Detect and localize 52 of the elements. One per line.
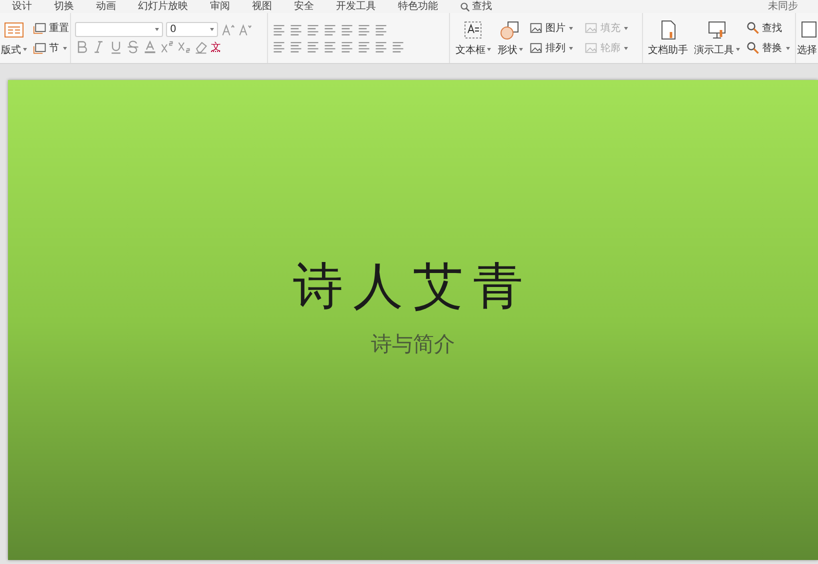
menu-tab[interactable]: 开发工具 [336,0,376,12]
search-tab[interactable]: 查找 [460,0,492,12]
slide-icon [33,41,47,55]
tool-button[interactable]: 演示工具 [693,20,741,56]
menu-tab[interactable]: 设计 [12,0,32,12]
font-color-icon[interactable] [143,40,157,54]
menu-tab[interactable]: 特色功能 [398,0,438,12]
insert-tool-button[interactable]: 文本框 [454,20,492,56]
caret-icon [210,28,214,31]
menu-tab[interactable]: 安全 [294,0,314,12]
strikethrough-icon[interactable] [126,40,140,54]
magnifier-icon [746,41,760,55]
insert-option-button[interactable]: 排列 [528,40,574,56]
menu-tab[interactable]: 视图 [252,0,272,12]
menu-tab[interactable]: 审阅 [210,0,230,12]
find-replace-button[interactable]: 替换 [745,40,791,56]
presentation-icon [707,20,727,40]
insert-tool-button[interactable]: 形状 [496,20,524,56]
increase-font-icon[interactable] [221,22,235,36]
menu-tab[interactable]: 切换 [54,0,74,12]
phonetic-guide-button[interactable]: 文 [211,40,221,54]
picture-icon [584,21,598,35]
caret-icon [155,28,159,31]
slide-icon [33,21,47,35]
picture-icon [529,41,544,55]
slide-tool-button[interactable]: 节 [32,40,70,56]
menu-tab[interactable]: 幻灯片放映 [138,0,188,12]
text-box-icon [463,20,484,40]
slide-title: 诗人艾青 [293,256,533,316]
slide-subtitle: 诗与简介 [371,331,455,358]
shapes-icon [500,20,520,40]
select-button[interactable]: 选择 [796,20,818,56]
magnifier-icon [746,21,760,35]
layout-icon [4,20,24,40]
font-name-field[interactable] [75,22,163,37]
underline-icon[interactable] [109,40,123,54]
eraser-icon[interactable] [194,40,208,54]
menu-tab[interactable]: 动画 [96,0,116,12]
tool-button[interactable]: 文档助手 [647,20,689,56]
search-icon [460,2,470,12]
insert-option-button[interactable]: 图片 [528,20,574,36]
slide-tool-button[interactable]: 重置 [32,20,70,36]
superscript-icon[interactable] [160,40,174,54]
sync-status[interactable]: 未同步 [768,0,798,12]
find-replace-button[interactable]: 查找 [745,20,791,36]
picture-icon [584,41,598,55]
font-size-field[interactable]: 0 [166,22,218,37]
picture-icon [529,21,544,35]
layout-button[interactable]: 版式 [0,20,28,56]
subscript-icon[interactable] [177,40,191,54]
bold-icon[interactable] [75,40,89,54]
decrease-font-icon[interactable] [238,22,252,36]
